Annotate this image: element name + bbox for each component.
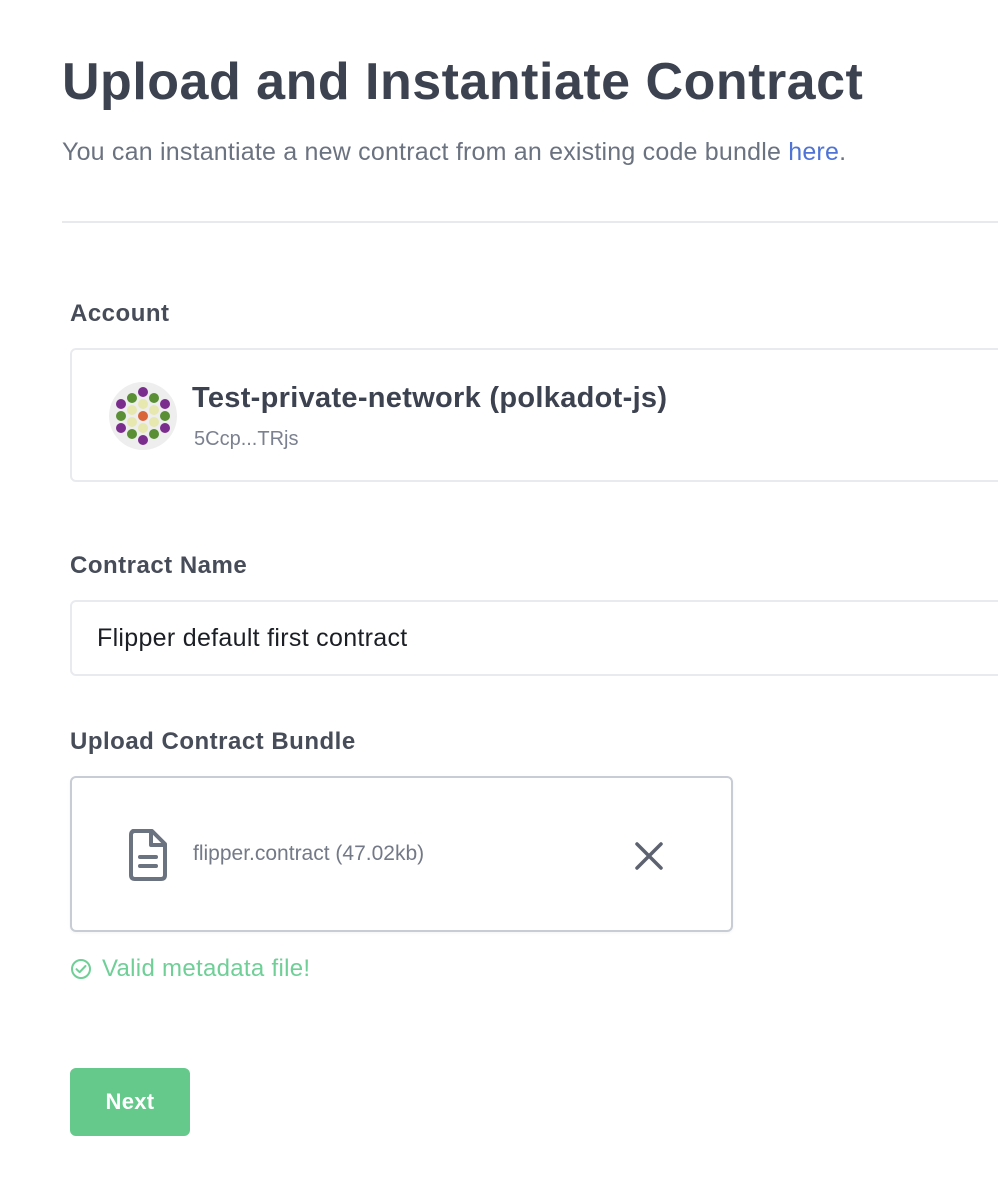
upload-label: Upload Contract Bundle (70, 728, 356, 755)
subtitle-period: . (839, 138, 847, 166)
next-button[interactable]: Next (70, 1068, 190, 1136)
polkadot-identicon-icon (109, 382, 177, 450)
contract-name-input[interactable] (70, 600, 998, 676)
page: Upload and Instantiate Contract You can … (0, 0, 998, 1194)
account-address: 5Ccp...TRjs (194, 428, 299, 450)
here-link[interactable]: here (788, 138, 839, 166)
subtitle-text: You can instantiate a new contract from … (62, 138, 789, 166)
validation-text: Valid metadata file! (102, 955, 311, 982)
contract-name-label: Contract Name (70, 552, 248, 579)
upload-dropzone[interactable]: flipper.contract (47.02kb) (70, 776, 733, 932)
account-name: Test-private-network (polkadot-js) (192, 382, 668, 414)
uploaded-file-name: flipper.contract (47.02kb) (193, 842, 425, 865)
divider (62, 221, 998, 223)
close-icon[interactable] (628, 835, 670, 877)
page-title: Upload and Instantiate Contract (62, 53, 864, 111)
page-subtitle: You can instantiate a new contract from … (62, 138, 846, 167)
document-icon (129, 829, 167, 881)
check-circle-icon (71, 959, 91, 979)
validation-message: Valid metadata file! (70, 953, 310, 985)
account-label: Account (70, 300, 170, 327)
account-selector[interactable]: Test-private-network (polkadot-js) 5Ccp.… (70, 348, 998, 482)
